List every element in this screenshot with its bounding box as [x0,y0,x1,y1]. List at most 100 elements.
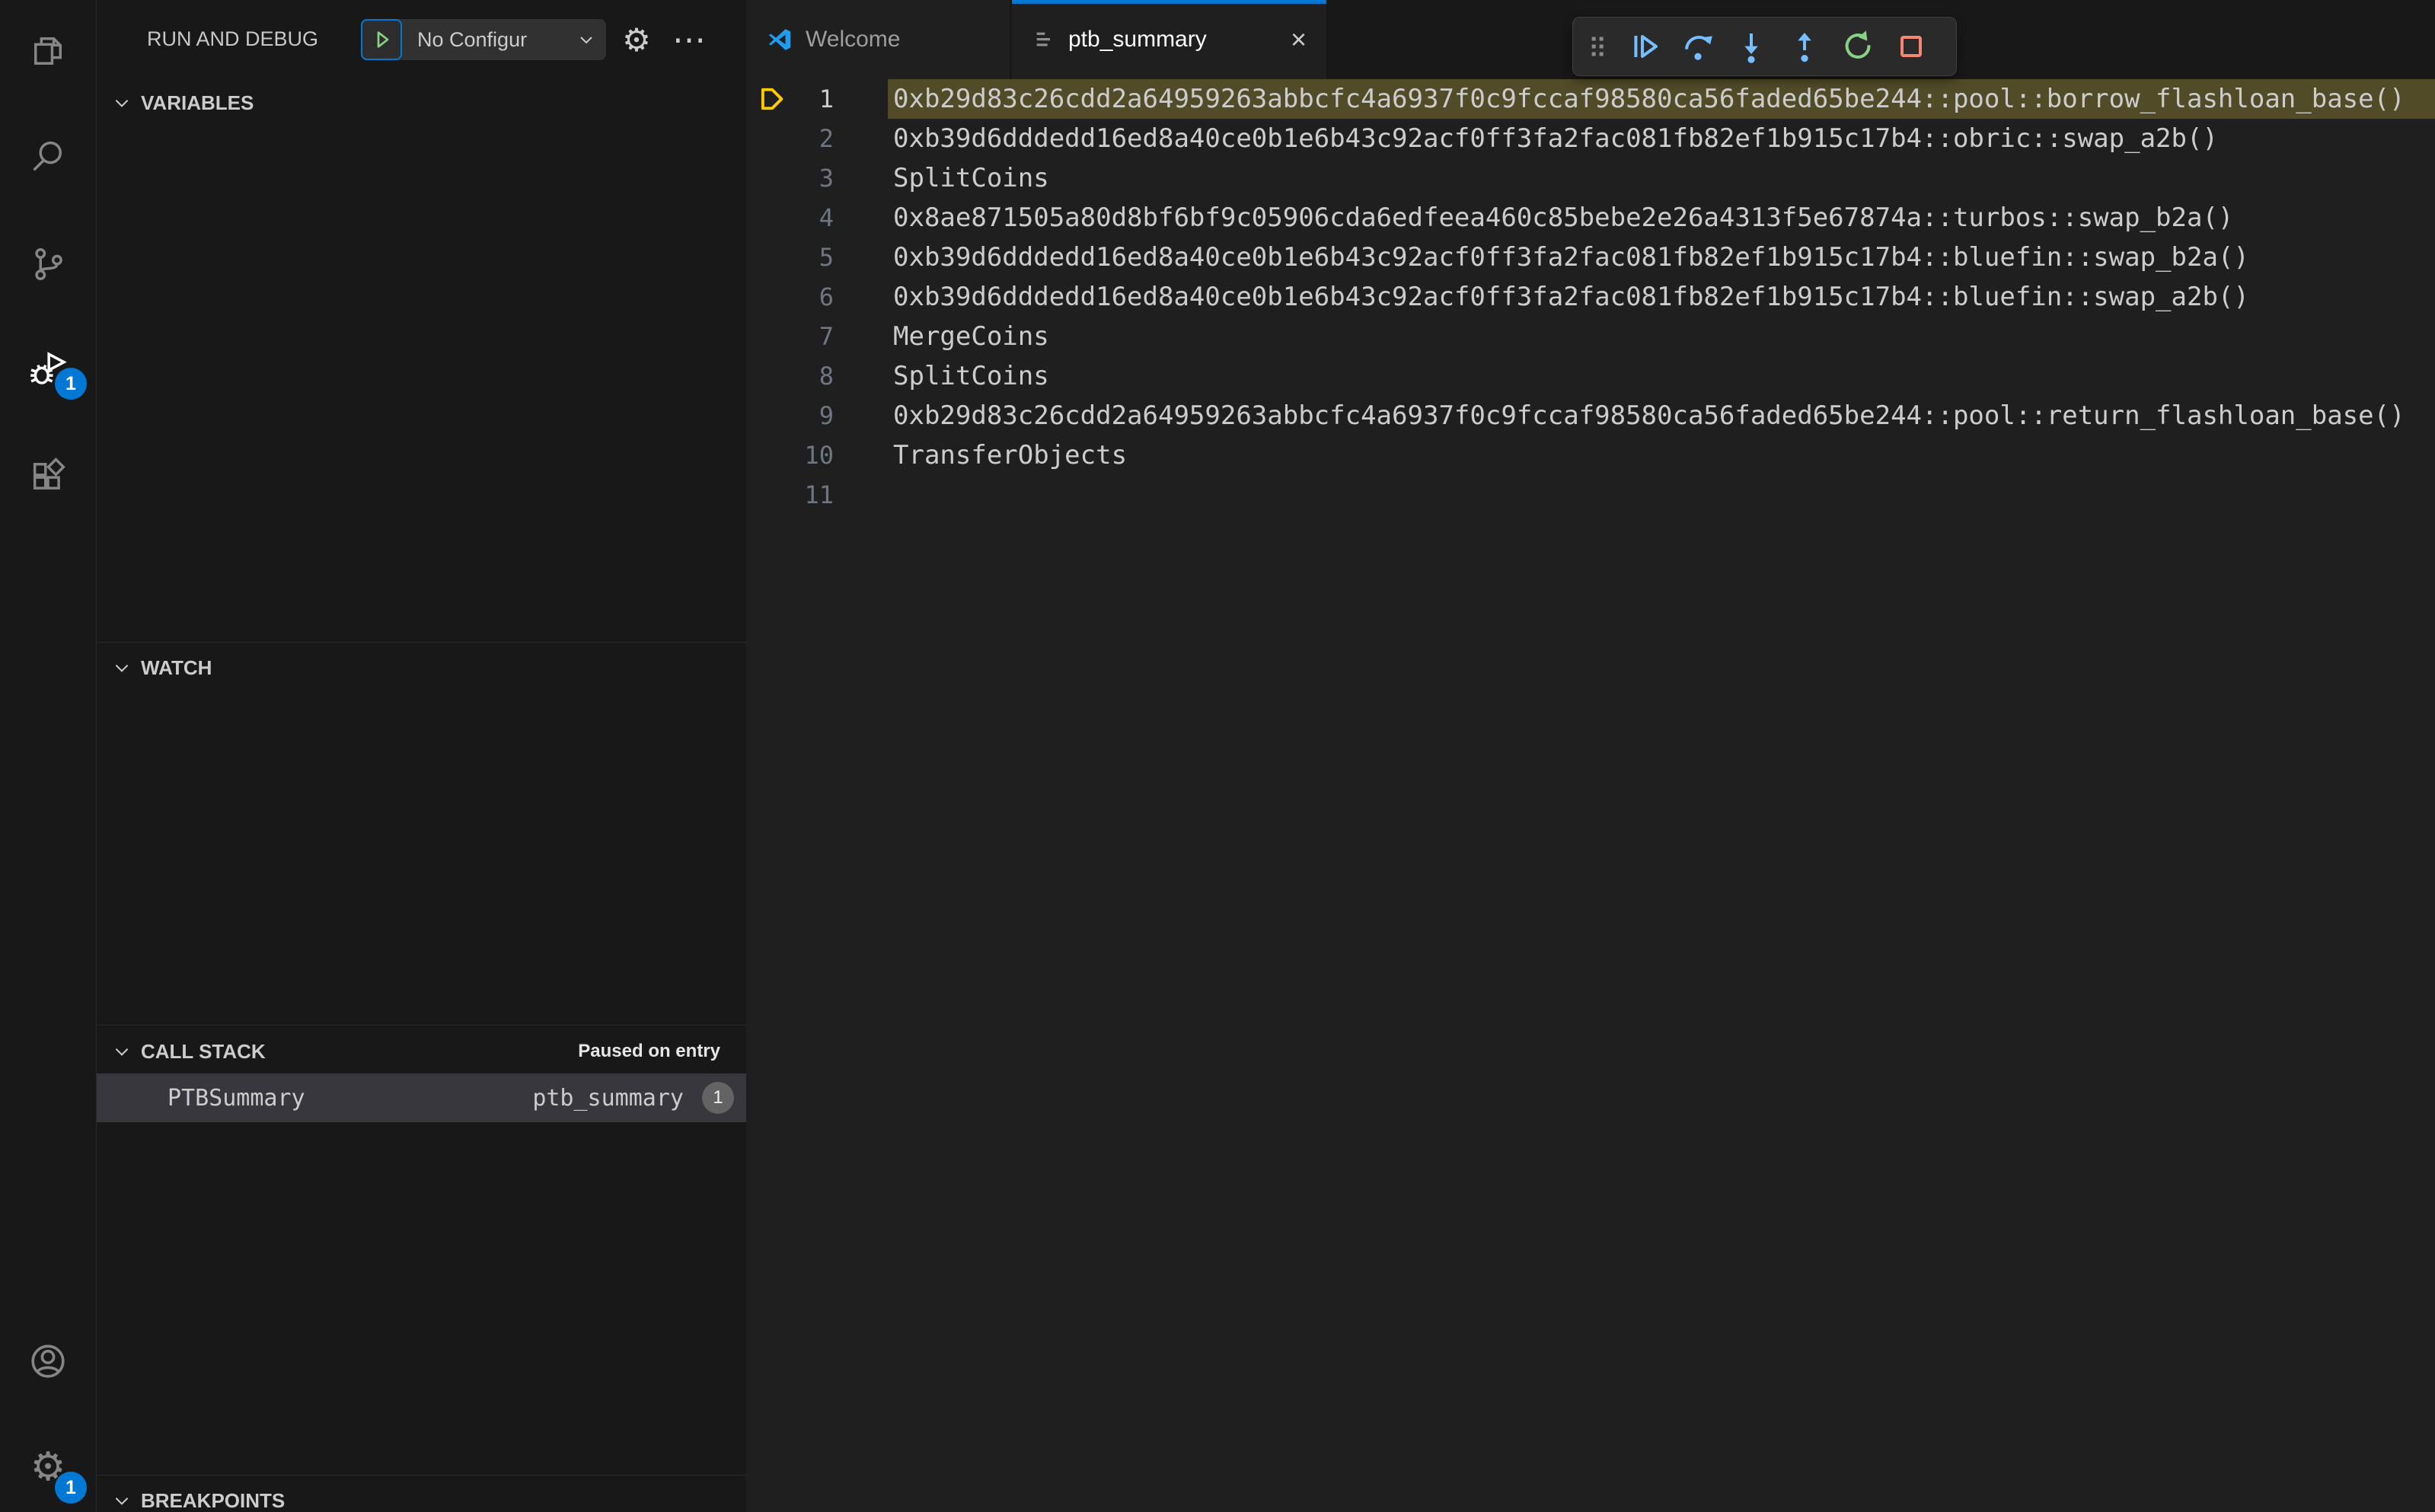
line-number[interactable]: 4 [746,198,834,238]
restart-icon [1845,30,1871,59]
code-line[interactable]: 2 0xb39d6dddedd16ed8a40ce0b1e6b43c92acf0… [746,119,2435,158]
section-label: VARIABLES [141,91,254,114]
restart-button[interactable] [1832,22,1884,71]
line-text[interactable]: 0x8ae871505a80d8bf6bf9c05906cda6edfeea46… [893,198,2233,238]
line-number[interactable]: 9 [746,396,834,435]
section-header-watch[interactable]: WATCH [97,650,746,685]
line-number[interactable]: 7 [746,317,834,356]
continue-icon [1634,35,1658,58]
chevron-down-icon [112,658,132,678]
section-label: WATCH [141,656,212,679]
code-line[interactable]: 4 0x8ae871505a80d8bf6bf9c05906cda6edfeea… [746,198,2435,238]
stop-icon [1900,36,1922,57]
toolbar-drag-handle[interactable] [1579,22,1617,71]
call-stack-frame-row[interactable]: PTBSummary ptb_summary 1 [97,1073,746,1122]
section-label: BREAKPOINTS [141,1488,286,1512]
vscode-logo-icon [768,29,791,50]
line-text[interactable]: 0xb39d6dddedd16ed8a40ce0b1e6b43c92acf0ff… [893,238,2249,277]
activity-item-run-and-debug[interactable]: 1 [0,331,96,407]
continue-button[interactable] [1619,22,1671,71]
code-line[interactable]: 11 [746,475,2435,515]
tab-label: Welcome [806,27,901,52]
section-label: CALL STACK [141,1039,266,1063]
code-line[interactable]: 10 TransferObjects [746,435,2435,475]
step-into-icon [1744,33,1758,63]
line-text[interactable]: TransferObjects [893,435,1127,475]
code-line[interactable]: 1 0xb29d83c26cdd2a64959263abbcfc4a6937f0… [746,79,2435,119]
step-over-icon [1685,36,1712,60]
stack-frame-badge: 1 [702,1082,734,1114]
activity-item-settings[interactable]: ⚙ 1 [0,1429,96,1505]
tab-label: ptb_summary [1068,27,1207,52]
close-icon[interactable]: × [1291,26,1307,53]
stop-button[interactable] [1885,22,1937,71]
files-icon [34,37,62,65]
line-text[interactable]: MergeCoins [893,317,1049,356]
run-and-debug-sidebar: RUN AND DEBUG No Configur ⚙ ⋯ VARIABLES … [97,0,746,1512]
section-header-variables[interactable]: VARIABLES [97,85,746,120]
source-control-icon [35,247,62,281]
gear-icon: ⚙ [622,21,651,59]
code-area: 1 0xb29d83c26cdd2a64959263abbcfc4a6937f0… [746,79,2435,515]
line-number[interactable]: 10 [746,435,834,475]
line-number[interactable]: 6 [746,277,834,317]
account-icon [31,1345,65,1378]
line-number[interactable]: 11 [746,475,834,515]
activity-item-search[interactable] [0,119,96,195]
debug-toolbar [1572,17,1957,76]
debug-configuration-dropdown[interactable]: No Configur [402,19,606,60]
line-text[interactable]: SplitCoins [893,158,1049,198]
chevron-down-icon [112,1491,132,1510]
line-number[interactable]: 5 [746,238,834,277]
section-divider [97,1025,746,1026]
file-list-icon [1036,32,1050,46]
step-over-button[interactable] [1672,22,1724,71]
stack-frame-source: ptb_summary [532,1084,684,1112]
activity-item-explorer[interactable] [0,13,96,89]
section-divider [97,642,746,643]
code-line[interactable]: 6 0xb39d6dddedd16ed8a40ce0b1e6b43c92acf0… [746,277,2435,317]
step-into-button[interactable] [1725,22,1777,71]
line-text[interactable]: 0xb39d6dddedd16ed8a40ce0b1e6b43c92acf0ff… [893,119,2218,158]
code-line[interactable]: 9 0xb29d83c26cdd2a64959263abbcfc4a6937f0… [746,396,2435,435]
activity-bar: 1 ⚙ 1 [0,0,97,1512]
debug-configuration-label: No Configur [417,27,528,51]
ellipsis-icon: ⋯ [672,21,707,59]
line-text[interactable]: 0xb29d83c26cdd2a64959263abbcfc4a6937f0c9… [893,79,2405,119]
line-number[interactable]: 2 [746,119,834,158]
tab-ptb-summary[interactable]: ptb_summary × [1012,0,1326,79]
code-line[interactable]: 7 MergeCoins [746,317,2435,356]
activity-item-extensions[interactable] [0,439,96,515]
views-and-more-actions-button[interactable]: ⋯ [669,19,710,60]
line-text[interactable]: 0xb39d6dddedd16ed8a40ce0b1e6b43c92acf0ff… [893,277,2249,317]
line-number[interactable]: 1 [746,79,834,119]
line-text[interactable]: 0xb29d83c26cdd2a64959263abbcfc4a6937f0c9… [893,396,2405,435]
code-line[interactable]: 5 0xb39d6dddedd16ed8a40ce0b1e6b43c92acf0… [746,238,2435,277]
section-header-breakpoints[interactable]: BREAKPOINTS [97,1483,746,1512]
sidebar-title: RUN AND DEBUG [147,27,319,50]
code-line[interactable]: 3 SplitCoins [746,158,2435,198]
tab-welcome[interactable]: Welcome [746,0,1010,79]
stack-frame-name: PTBSummary [168,1084,305,1112]
debug-launch-group: No Configur [361,19,606,60]
line-text[interactable]: SplitCoins [893,356,1049,396]
activity-item-source-control[interactable] [0,226,96,302]
line-number[interactable]: 8 [746,356,834,396]
play-icon [377,31,389,48]
search-icon [33,141,62,171]
section-header-call-stack[interactable]: CALL STACK Paused on entry [97,1034,746,1069]
line-number[interactable]: 3 [746,158,834,198]
gripper-icon [1591,37,1604,56]
open-launch-json-button[interactable]: ⚙ [616,19,657,60]
step-out-button[interactable] [1779,22,1830,71]
extensions-icon [33,458,65,490]
start-debugging-button[interactable] [361,19,402,60]
paused-status-text: Paused on entry [578,1041,720,1061]
editor-group: Welcome ptb_summary × 1 0xb29d83c26cdd2a… [746,0,2435,1512]
chevron-down-icon [580,37,592,44]
settings-badge: 1 [55,1472,87,1504]
activity-item-accounts[interactable] [0,1323,96,1399]
vscode-window: 1 ⚙ 1 RUN AND DEBUG No Configur ⚙ ⋯ VARI… [0,0,2435,1512]
code-line[interactable]: 8 SplitCoins [746,356,2435,396]
chevron-down-icon [112,1041,132,1061]
